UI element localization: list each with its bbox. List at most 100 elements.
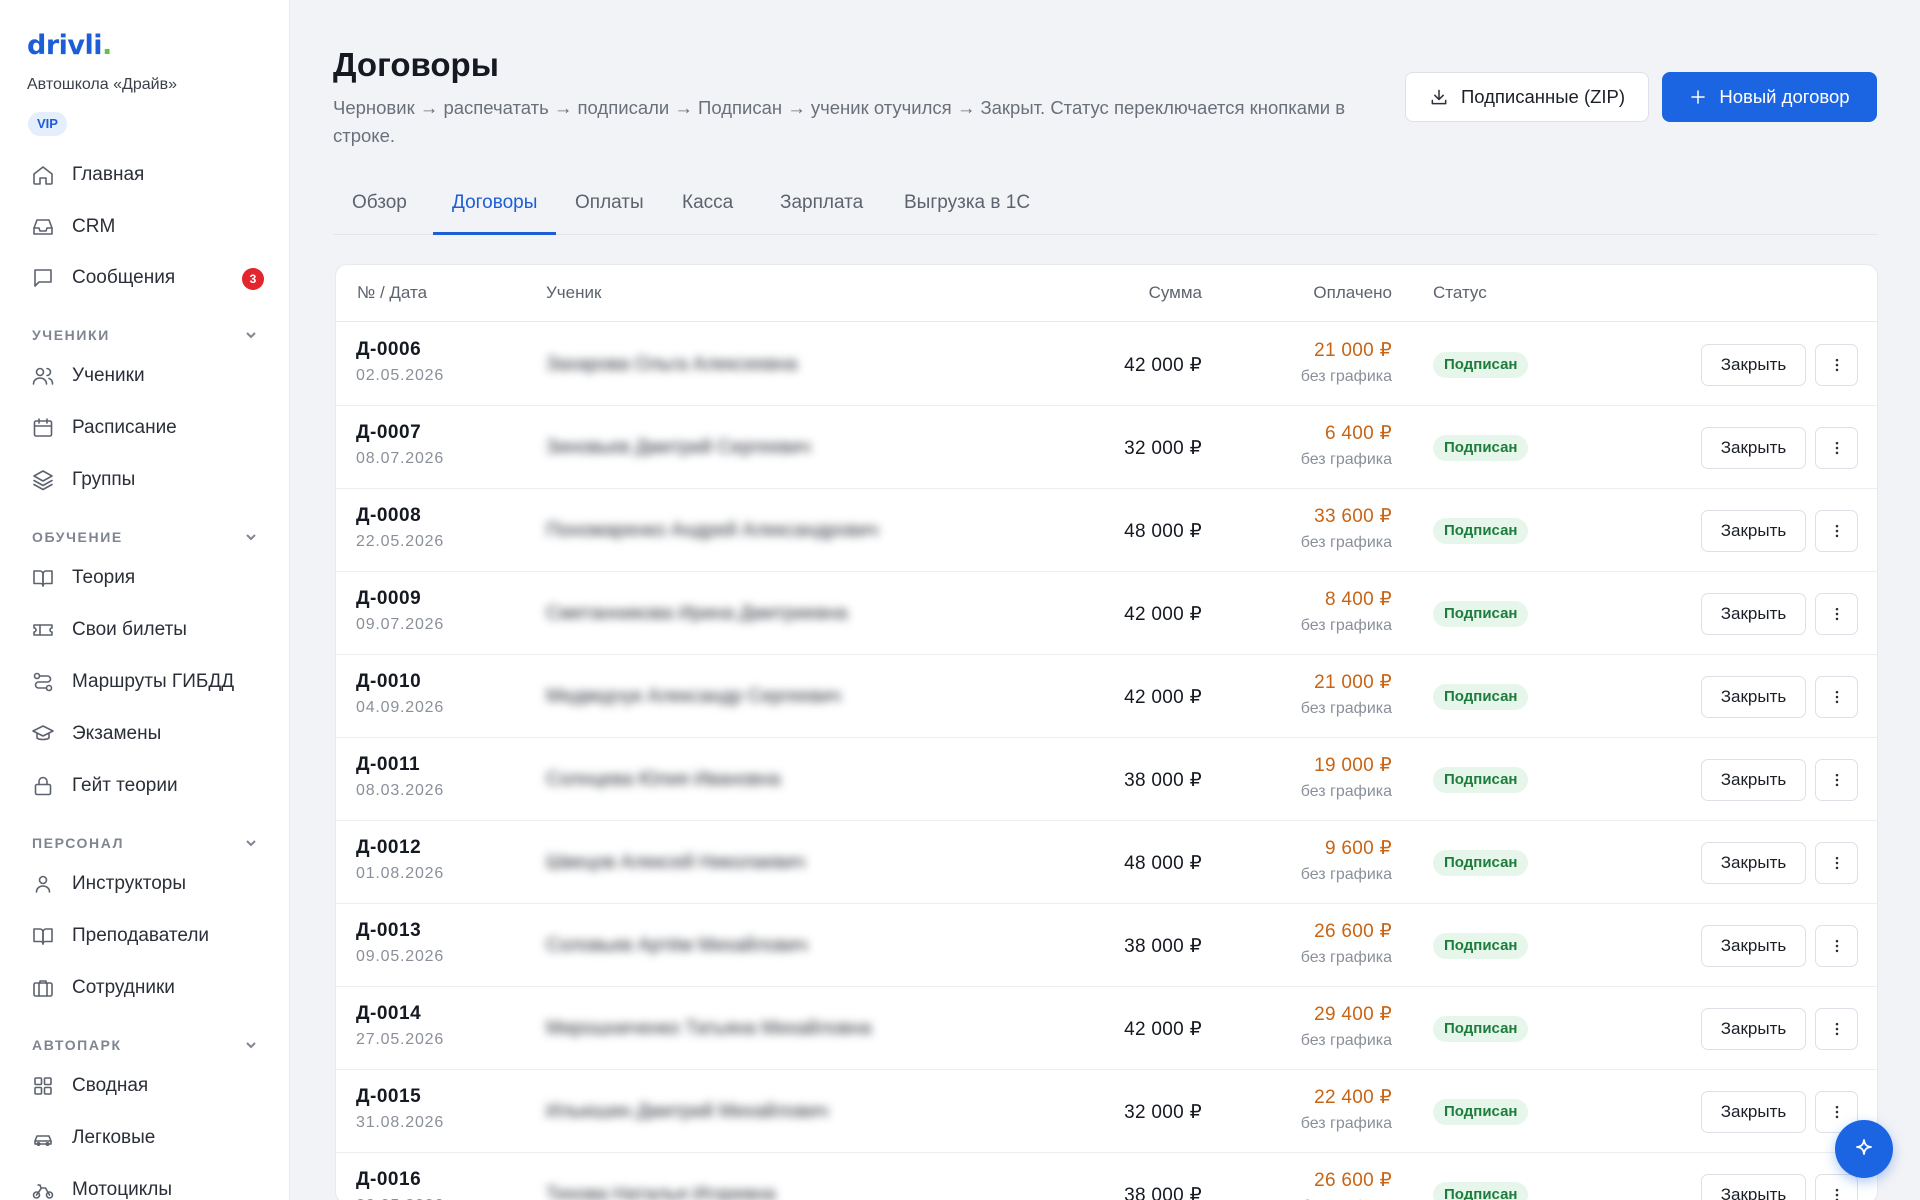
student-name[interactable]: Зиновьев Дмитрий Сергеевич	[546, 437, 811, 459]
close-contract-button[interactable]: Закрыть	[1701, 593, 1806, 635]
sidebar-item-label: Теория	[72, 567, 136, 588]
sidebar-item-messages[interactable]: Сообщения 3	[30, 258, 264, 298]
contract-number[interactable]: Д-0016	[356, 1169, 421, 1191]
column-header-student[interactable]: Ученик	[546, 283, 601, 303]
status-badge: Подписан	[1433, 518, 1529, 544]
contract-number[interactable]: Д-0008	[356, 505, 421, 527]
contract-number[interactable]: Д-0007	[356, 422, 421, 444]
table-row[interactable]: Д-0010 04.09.2026 Медведчук Александр Серг…	[336, 655, 1877, 738]
sidebar-item-theory-gate[interactable]: Гейт теории	[30, 766, 264, 806]
unread-badge: 3	[242, 268, 264, 290]
contract-number[interactable]: Д-0006	[356, 339, 421, 361]
contract-number[interactable]: Д-0014	[356, 1003, 421, 1025]
row-menu-button[interactable]	[1815, 1008, 1858, 1050]
table-row[interactable]: Д-0014 27.05.2026 Мирошниченко Татьяна Мих…	[336, 987, 1877, 1070]
close-contract-button[interactable]: Закрыть	[1701, 344, 1806, 386]
table-row[interactable]: Д-0013 09.05.2026 Соловьев Артём Михайлови…	[336, 904, 1877, 987]
column-header-status[interactable]: Статус	[1433, 283, 1487, 303]
close-contract-button[interactable]: Закрыть	[1701, 925, 1806, 967]
close-contract-button[interactable]: Закрыть	[1701, 1091, 1806, 1133]
contract-number[interactable]: Д-0010	[356, 671, 421, 693]
contract-sum: 38 000 ₽	[1124, 1185, 1202, 1200]
table-row[interactable]: Д-0009 09.07.2026 Сметанникова Ирина Дмитр…	[336, 572, 1877, 655]
section-training[interactable]: ОБУЧЕНИЕ	[32, 529, 258, 545]
sidebar-item-home[interactable]: Главная	[30, 155, 264, 195]
contract-number[interactable]: Д-0011	[356, 754, 420, 776]
student-name[interactable]: Ильюшин Дмитрий Михайлович	[546, 1101, 828, 1123]
column-header-paid[interactable]: Оплачено	[1313, 283, 1392, 303]
table-row[interactable]: Д-0008 22.05.2026 Пономаренко Андрей Алекс…	[336, 489, 1877, 572]
tab-cashbox[interactable]: Касса	[663, 192, 752, 235]
sidebar-item-employees[interactable]: Сотрудники	[30, 968, 264, 1008]
contract-number[interactable]: Д-0015	[356, 1086, 421, 1108]
row-menu-button[interactable]	[1815, 759, 1858, 801]
row-menu-button[interactable]	[1815, 676, 1858, 718]
book-open-icon	[30, 565, 56, 591]
sidebar-item-cars[interactable]: Легковые	[30, 1118, 264, 1158]
close-contract-button[interactable]: Закрыть	[1701, 676, 1806, 718]
close-contract-button[interactable]: Закрыть	[1701, 1174, 1806, 1200]
tab-payments[interactable]: Оплаты	[556, 192, 663, 235]
download-signed-zip-button[interactable]: Подписанные (ZIP)	[1405, 72, 1649, 122]
table-row[interactable]: Д-0015 31.08.2026 Ильюшин Дмитрий Михайлов…	[336, 1070, 1877, 1153]
tab-contracts[interactable]: Договоры	[433, 192, 557, 235]
row-menu-button[interactable]	[1815, 427, 1858, 469]
table-row[interactable]: Д-0011 08.03.2026 Солнцева Юлия Ивановна 38…	[336, 738, 1877, 821]
contract-sum: 42 000 ₽	[1124, 687, 1202, 708]
section-students[interactable]: УЧЕНИКИ	[32, 327, 258, 343]
student-name[interactable]: Швецов Алексей Николаевич	[546, 852, 805, 874]
sidebar-item-students[interactable]: Ученики	[30, 356, 264, 396]
close-contract-button[interactable]: Закрыть	[1701, 510, 1806, 552]
student-name[interactable]: Пономаренко Андрей Александрович	[546, 520, 878, 542]
student-name[interactable]: Медведчук Александр Сергеевич	[546, 686, 841, 708]
section-fleet[interactable]: АВТОПАРК	[32, 1037, 258, 1053]
more-vertical-icon	[1835, 773, 1838, 787]
contract-number[interactable]: Д-0009	[356, 588, 421, 610]
sidebar-item-motorcycles[interactable]: Мотоциклы	[30, 1170, 264, 1200]
tab-overview[interactable]: Обзор	[333, 192, 426, 235]
student-name[interactable]: Соловьев Артём Михайлович	[546, 935, 807, 957]
sidebar-item-routes[interactable]: Маршруты ГИБДД	[30, 662, 264, 702]
student-name[interactable]: Мирошниченко Татьяна Михайловна	[546, 1018, 871, 1040]
student-name[interactable]: Солнцева Юлия Ивановна	[546, 769, 780, 791]
sidebar-item-tickets[interactable]: Свои билеты	[30, 610, 264, 650]
sidebar-item-teachers[interactable]: Преподаватели	[30, 916, 264, 956]
tab-salary[interactable]: Зарплата	[761, 192, 882, 235]
student-name[interactable]: Захарова Ольга Алексеевна	[546, 354, 797, 376]
row-menu-button[interactable]	[1815, 593, 1858, 635]
table-row[interactable]: Д-0006 02.05.2026 Захарова Ольга Алексеевн…	[336, 323, 1877, 406]
section-staff[interactable]: ПЕРСОНАЛ	[32, 835, 258, 851]
sidebar-item-exams[interactable]: Экзамены	[30, 714, 264, 754]
tab-export-1c[interactable]: Выгрузка в 1С	[885, 192, 1049, 235]
sidebar-item-label: Мотоциклы	[72, 1179, 173, 1200]
sidebar-item-schedule[interactable]: Расписание	[30, 408, 264, 448]
row-menu-button[interactable]	[1815, 510, 1858, 552]
sidebar-item-groups[interactable]: Группы	[30, 460, 264, 500]
new-contract-button[interactable]: Новый договор	[1662, 72, 1877, 122]
sidebar-item-instructors[interactable]: Инструкторы	[30, 864, 264, 904]
sidebar-item-theory[interactable]: Теория	[30, 558, 264, 598]
row-menu-button[interactable]	[1815, 1174, 1858, 1200]
row-menu-button[interactable]	[1815, 344, 1858, 386]
contract-sum: 32 000 ₽	[1124, 438, 1202, 459]
sidebar-item-summary[interactable]: Сводная	[30, 1066, 264, 1106]
table-row[interactable]: Д-0007 08.07.2026 Зиновьев Дмитрий Сергеев…	[336, 406, 1877, 489]
brand-logo[interactable]: drivli.	[27, 30, 112, 61]
contract-number[interactable]: Д-0012	[356, 837, 421, 859]
close-contract-button[interactable]: Закрыть	[1701, 1008, 1806, 1050]
student-name[interactable]: Тихова Наталья Игоревна	[546, 1184, 775, 1200]
close-contract-button[interactable]: Закрыть	[1701, 842, 1806, 884]
close-contract-button[interactable]: Закрыть	[1701, 427, 1806, 469]
contract-number[interactable]: Д-0013	[356, 920, 421, 942]
column-header-number-date[interactable]: № / Дата	[357, 283, 427, 303]
sidebar-item-crm[interactable]: CRM	[30, 207, 264, 247]
ai-assistant-button[interactable]	[1835, 1120, 1893, 1178]
more-vertical-icon	[1835, 1188, 1838, 1200]
row-menu-button[interactable]	[1815, 925, 1858, 967]
student-name[interactable]: Сметанникова Ирина Дмитриевна	[546, 603, 848, 625]
table-row[interactable]: Д-001622.05.2026Тихова Наталья Игоревна3…	[336, 1153, 1877, 1200]
row-menu-button[interactable]	[1815, 842, 1858, 884]
table-row[interactable]: Д-0012 01.08.2026 Швецов Алексей Николаеви…	[336, 821, 1877, 904]
close-contract-button[interactable]: Закрыть	[1701, 759, 1806, 801]
column-header-sum[interactable]: Сумма	[1149, 283, 1202, 303]
